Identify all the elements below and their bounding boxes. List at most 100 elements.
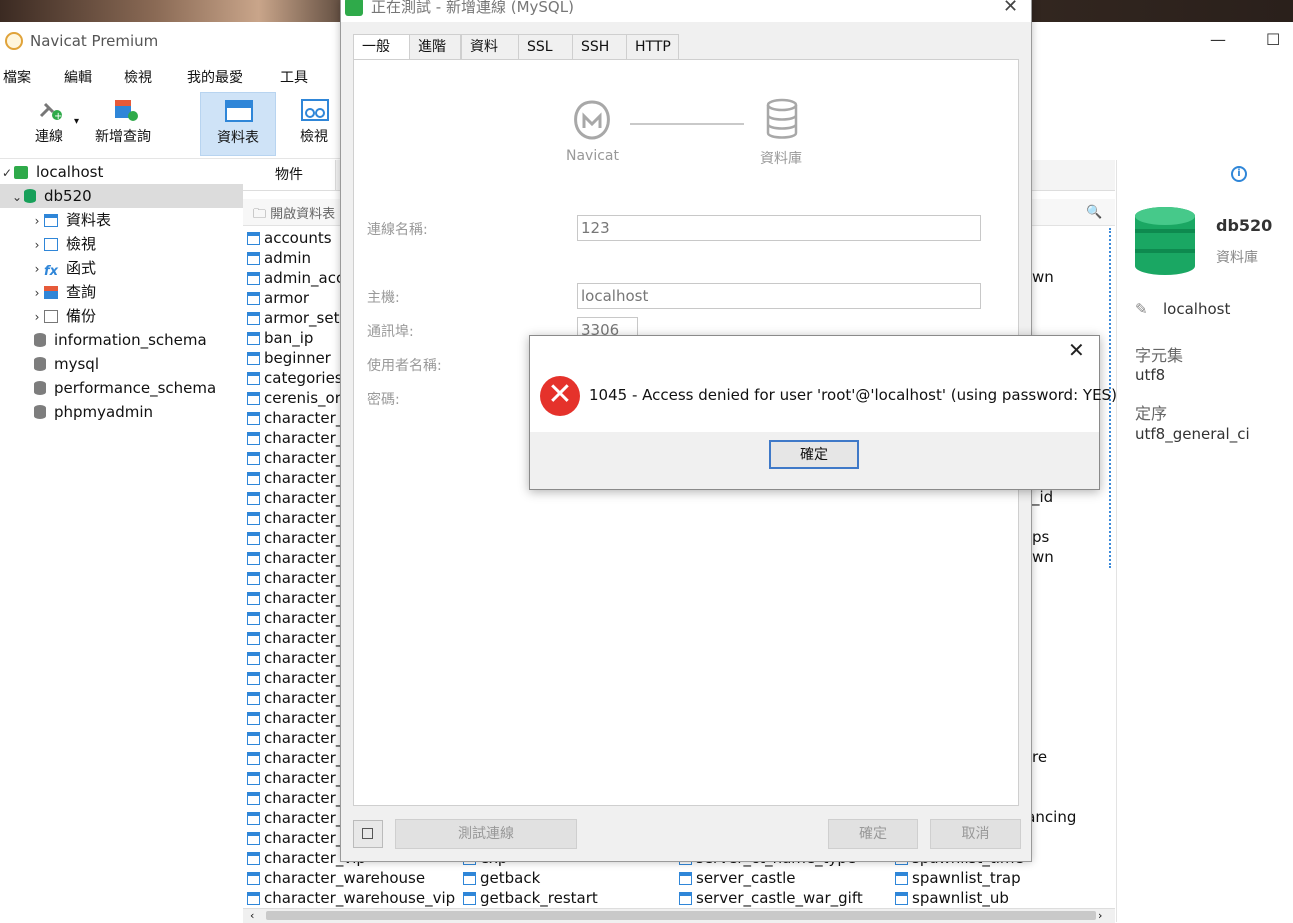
tree-db-mysql[interactable]: mysql bbox=[0, 352, 243, 376]
chevron-right-icon[interactable]: › bbox=[30, 209, 44, 233]
table-list-item[interactable]: server_castle bbox=[679, 868, 863, 888]
table-icon bbox=[247, 812, 260, 825]
table-icon bbox=[247, 732, 260, 745]
table-icon bbox=[247, 832, 260, 845]
table-icon bbox=[895, 892, 908, 905]
chevron-down-icon[interactable]: ✓ bbox=[0, 161, 14, 185]
menu-edit[interactable]: 編輯 bbox=[64, 67, 92, 87]
host-label: 主機: bbox=[367, 290, 400, 306]
views-button[interactable]: 檢視 bbox=[284, 92, 344, 156]
error-close-icon[interactable]: ✕ bbox=[1068, 338, 1085, 362]
tree-item-queries[interactable]: › 查詢 bbox=[0, 280, 243, 304]
info-icon[interactable]: i bbox=[1231, 166, 1247, 182]
error-ok-button[interactable]: 確定 bbox=[769, 440, 859, 469]
table-list-item[interactable]: getback bbox=[463, 868, 598, 888]
svg-text:+: + bbox=[54, 111, 62, 122]
chevron-right-icon[interactable]: › bbox=[30, 233, 44, 257]
tab-databases[interactable]: 資料庫 bbox=[461, 34, 519, 80]
table-name-fragment[interactable]: wn bbox=[1032, 268, 1054, 286]
host-input[interactable] bbox=[577, 283, 981, 309]
tables-button[interactable]: 資料表 bbox=[200, 92, 276, 156]
menu-file[interactable]: 檔案 bbox=[3, 67, 31, 87]
dialog-ok-button[interactable]: 確定 bbox=[828, 819, 918, 849]
table-list-item[interactable]: spawnlist_ub bbox=[895, 888, 1024, 908]
panel-toggle-button[interactable] bbox=[353, 820, 383, 848]
table-name: character_s bbox=[264, 769, 352, 787]
database-icon bbox=[24, 189, 36, 203]
plug-icon: + bbox=[35, 98, 63, 122]
connect-dropdown-icon[interactable]: ▾ bbox=[74, 116, 79, 127]
tab-objects[interactable]: 物件 bbox=[243, 160, 336, 190]
menu-view[interactable]: 檢視 bbox=[124, 67, 152, 87]
tab-advanced[interactable]: 進階 bbox=[409, 34, 461, 59]
table-name: spawnlist_trap bbox=[912, 869, 1021, 887]
table-list-item[interactable]: character_warehouse_vip bbox=[247, 888, 455, 908]
table-name-fragment[interactable]: ps bbox=[1032, 528, 1049, 546]
tree-db-phpmyadmin[interactable]: phpmyadmin bbox=[0, 400, 243, 424]
query-icon bbox=[44, 286, 58, 299]
conn-name-label: 連線名稱: bbox=[367, 222, 428, 238]
database-large-icon bbox=[1135, 207, 1195, 275]
table-name-fragment[interactable]: wn bbox=[1032, 548, 1054, 566]
scroll-right-icon[interactable]: › bbox=[1098, 909, 1102, 922]
tree-db-db520[interactable]: ⌄ db520 bbox=[0, 184, 243, 208]
table-icon bbox=[247, 772, 260, 785]
open-table-button[interactable]: 🗀 開啟資料表 bbox=[253, 203, 335, 227]
table-list-item[interactable]: spawnlist_trap bbox=[895, 868, 1024, 888]
table-icon bbox=[247, 872, 260, 885]
new-query-button[interactable]: 新增查詢 bbox=[90, 92, 156, 156]
table-icon bbox=[247, 632, 260, 645]
scrollbar-thumb[interactable] bbox=[266, 911, 1096, 920]
tab-general[interactable]: 一般 bbox=[353, 34, 410, 60]
table-list-item[interactable]: server_castle_war_gift bbox=[679, 888, 863, 908]
table-icon bbox=[44, 214, 58, 227]
scroll-left-icon[interactable]: ‹ bbox=[250, 909, 254, 922]
table-icon bbox=[247, 592, 260, 605]
tab-ssh[interactable]: SSH bbox=[572, 34, 627, 59]
port-label: 通訊埠: bbox=[367, 324, 414, 340]
table-icon bbox=[247, 572, 260, 585]
maximize-icon[interactable]: ☐ bbox=[1266, 30, 1280, 49]
table-name: categories bbox=[264, 369, 343, 387]
tree-item-backups[interactable]: › 備份 bbox=[0, 304, 243, 328]
table-name-fragment[interactable]: re bbox=[1032, 748, 1047, 766]
table-icon bbox=[895, 872, 908, 885]
error-box-body bbox=[530, 336, 1099, 368]
table-name: armor_set bbox=[264, 309, 340, 327]
database-icon bbox=[34, 381, 46, 395]
dialog-close-icon[interactable]: ✕ bbox=[1003, 0, 1018, 17]
conn-name-input[interactable] bbox=[577, 215, 981, 241]
view-icon bbox=[300, 98, 329, 122]
open-table-label: 開啟資料表 bbox=[270, 207, 336, 222]
tree-item-tables[interactable]: › 資料表 bbox=[0, 208, 243, 232]
tree-connection-localhost[interactable]: ✓ localhost bbox=[0, 160, 243, 184]
info-collation-label: 定序 bbox=[1135, 404, 1168, 423]
dialog-cancel-button[interactable]: 取消 bbox=[930, 819, 1021, 849]
chevron-right-icon[interactable]: › bbox=[30, 257, 44, 281]
tab-http[interactable]: HTTP bbox=[626, 34, 679, 59]
chevron-right-icon[interactable]: › bbox=[30, 281, 44, 305]
table-icon bbox=[247, 712, 260, 725]
menu-tools[interactable]: 工具 bbox=[280, 67, 308, 87]
minimize-icon[interactable]: — bbox=[1210, 30, 1226, 49]
table-icon bbox=[463, 892, 476, 905]
connect-button[interactable]: + 連線 bbox=[16, 92, 82, 156]
table-name: character_s bbox=[264, 809, 352, 827]
host-icon: ✎ bbox=[1135, 300, 1148, 318]
test-connection-button[interactable]: 測試連線 bbox=[395, 819, 577, 849]
chevron-down-icon[interactable]: ⌄ bbox=[10, 185, 24, 209]
menu-favorites[interactable]: 我的最愛 bbox=[187, 67, 243, 87]
table-icon bbox=[247, 452, 260, 465]
chevron-right-icon[interactable]: › bbox=[30, 305, 44, 329]
tree-db-performance-schema[interactable]: performance_schema bbox=[0, 376, 243, 400]
table-icon bbox=[247, 472, 260, 485]
table-name-fragment[interactable]: _id bbox=[1032, 488, 1053, 506]
table-list-item[interactable]: character_warehouse bbox=[247, 868, 455, 888]
tree-item-views[interactable]: › 檢視 bbox=[0, 232, 243, 256]
tab-ssl[interactable]: SSL bbox=[518, 34, 573, 59]
tree-db-information-schema[interactable]: information_schema bbox=[0, 328, 243, 352]
table-list-item[interactable]: getback_restart bbox=[463, 888, 598, 908]
search-icon[interactable]: 🔍 bbox=[1086, 205, 1102, 220]
tree-item-functions[interactable]: › fx 函式 bbox=[0, 256, 243, 280]
tree-connection-label: localhost bbox=[36, 163, 104, 181]
